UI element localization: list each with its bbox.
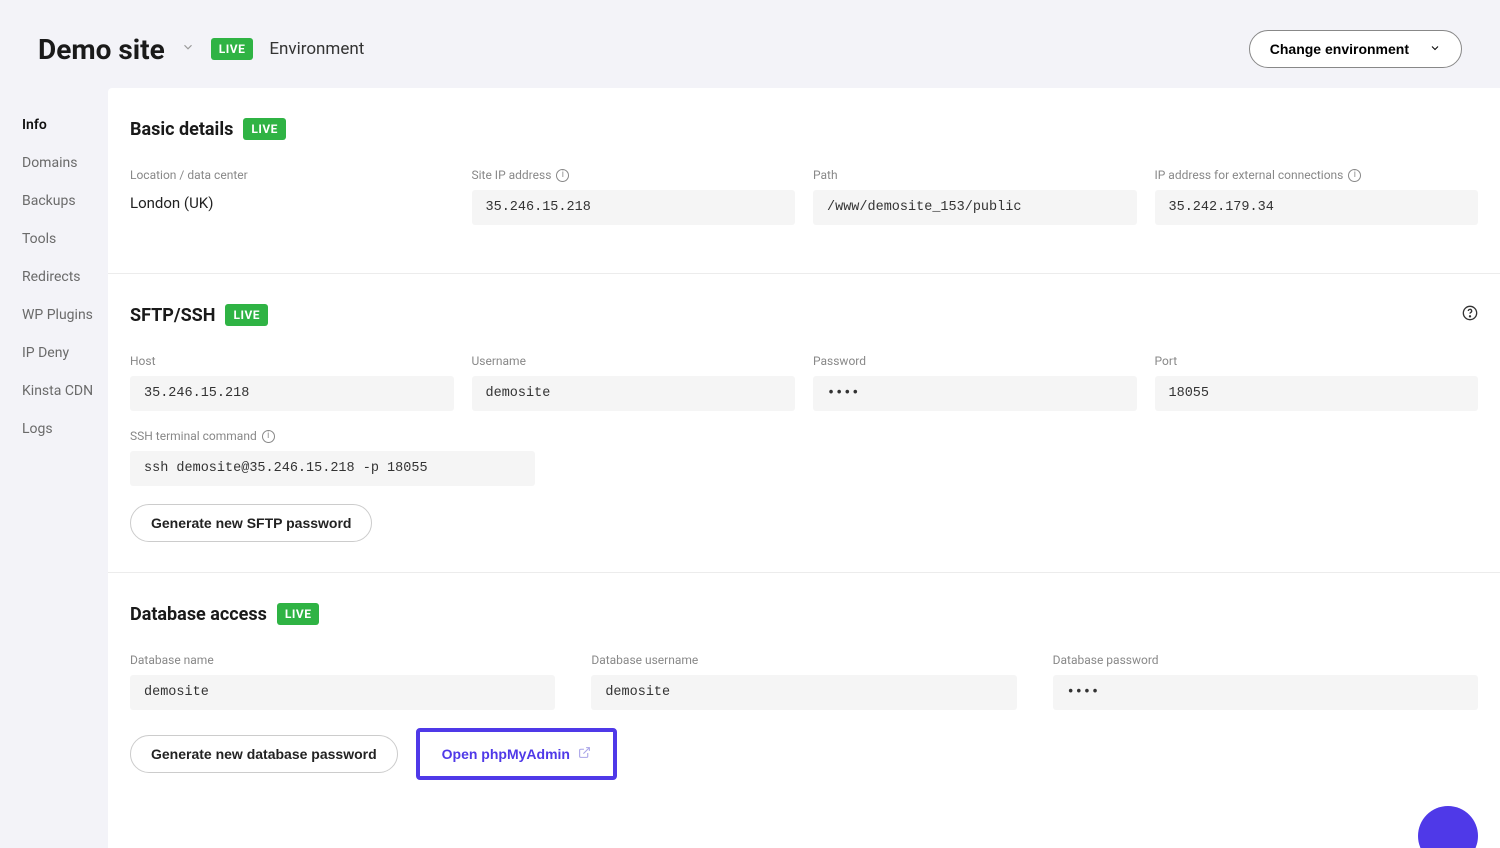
database-access-section: Database access LIVE Database name demos… [108, 573, 1500, 810]
location-label: Location / data center [130, 168, 454, 182]
change-environment-button[interactable]: Change environment [1249, 30, 1462, 68]
info-icon[interactable]: i [556, 169, 569, 182]
database-name-field: Database name demosite [130, 653, 555, 710]
sidebar: Info Domains Backups Tools Redirects WP … [0, 88, 108, 448]
help-icon[interactable] [1462, 305, 1478, 325]
database-access-title: Database access [130, 604, 267, 625]
location-value: London (UK) [130, 190, 454, 212]
basic-details-title: Basic details [130, 119, 233, 140]
database-name-value[interactable]: demosite [130, 675, 555, 710]
path-value[interactable]: /www/demosite_153/public [813, 190, 1137, 225]
path-label: Path [813, 168, 1137, 182]
ssh-command-label: SSH terminal command [130, 429, 257, 443]
username-field: Username demosite [472, 354, 796, 411]
site-ip-value[interactable]: 35.246.15.218 [472, 190, 796, 225]
sidebar-item-logs[interactable]: Logs [22, 410, 108, 448]
generate-database-password-button[interactable]: Generate new database password [130, 735, 398, 773]
sidebar-item-kinsta-cdn[interactable]: Kinsta CDN [22, 372, 108, 410]
environment-live-badge: LIVE [211, 38, 254, 60]
host-label: Host [130, 354, 454, 368]
username-label: Username [472, 354, 796, 368]
open-phpmyadmin-label: Open phpMyAdmin [442, 746, 570, 762]
database-username-field: Database username demosite [591, 653, 1016, 710]
sidebar-item-domains[interactable]: Domains [22, 144, 108, 182]
location-field: Location / data center London (UK) [130, 168, 454, 225]
open-phpmyadmin-button[interactable]: Open phpMyAdmin [416, 728, 617, 780]
database-live-badge: LIVE [277, 603, 320, 625]
external-link-icon [578, 746, 591, 762]
port-value[interactable]: 18055 [1155, 376, 1479, 411]
generate-sftp-password-button[interactable]: Generate new SFTP password [130, 504, 372, 542]
password-field: Password •••• [813, 354, 1137, 411]
sidebar-item-tools[interactable]: Tools [22, 220, 108, 258]
site-ip-field: Site IP address i 35.246.15.218 [472, 168, 796, 225]
sidebar-item-wp-plugins[interactable]: WP Plugins [22, 296, 108, 334]
sidebar-item-info[interactable]: Info [22, 106, 108, 144]
external-ip-field: IP address for external connections i 35… [1155, 168, 1479, 225]
path-field: Path /www/demosite_153/public [813, 168, 1137, 225]
sftp-ssh-title: SFTP/SSH [130, 305, 215, 326]
database-username-value[interactable]: demosite [591, 675, 1016, 710]
site-switcher-chevron-down-icon[interactable] [181, 40, 195, 58]
host-field: Host 35.246.15.218 [130, 354, 454, 411]
basic-details-section: Basic details LIVE Location / data cente… [108, 88, 1500, 274]
info-icon[interactable]: i [262, 430, 275, 443]
sftp-ssh-section: SFTP/SSH LIVE Host 35.246.15.218 Usernam… [108, 274, 1500, 573]
chevron-down-icon [1429, 41, 1441, 57]
site-title: Demo site [38, 33, 165, 66]
username-value[interactable]: demosite [472, 376, 796, 411]
database-username-label: Database username [591, 653, 1016, 667]
basic-details-live-badge: LIVE [243, 118, 286, 140]
site-ip-label: Site IP address [472, 168, 552, 182]
ssh-command-value[interactable]: ssh demosite@35.246.15.218 -p 18055 [130, 451, 535, 486]
password-label: Password [813, 354, 1137, 368]
port-label: Port [1155, 354, 1479, 368]
database-password-field: Database password •••• [1053, 653, 1478, 710]
database-password-value[interactable]: •••• [1053, 675, 1478, 710]
sidebar-item-backups[interactable]: Backups [22, 182, 108, 220]
database-password-label: Database password [1053, 653, 1478, 667]
ssh-command-field: SSH terminal command i ssh demosite@35.2… [130, 429, 535, 486]
port-field: Port 18055 [1155, 354, 1479, 411]
sftp-live-badge: LIVE [225, 304, 268, 326]
main-content: Basic details LIVE Location / data cente… [108, 88, 1500, 848]
password-value[interactable]: •••• [813, 376, 1137, 411]
sidebar-item-ip-deny[interactable]: IP Deny [22, 334, 108, 372]
external-ip-value[interactable]: 35.242.179.34 [1155, 190, 1479, 225]
page-header: Demo site LIVE Environment Change enviro… [0, 0, 1500, 88]
host-value[interactable]: 35.246.15.218 [130, 376, 454, 411]
sidebar-item-redirects[interactable]: Redirects [22, 258, 108, 296]
info-icon[interactable]: i [1348, 169, 1361, 182]
database-name-label: Database name [130, 653, 555, 667]
external-ip-label: IP address for external connections [1155, 168, 1344, 182]
environment-label: Environment [269, 39, 364, 59]
change-environment-label: Change environment [1270, 41, 1409, 57]
